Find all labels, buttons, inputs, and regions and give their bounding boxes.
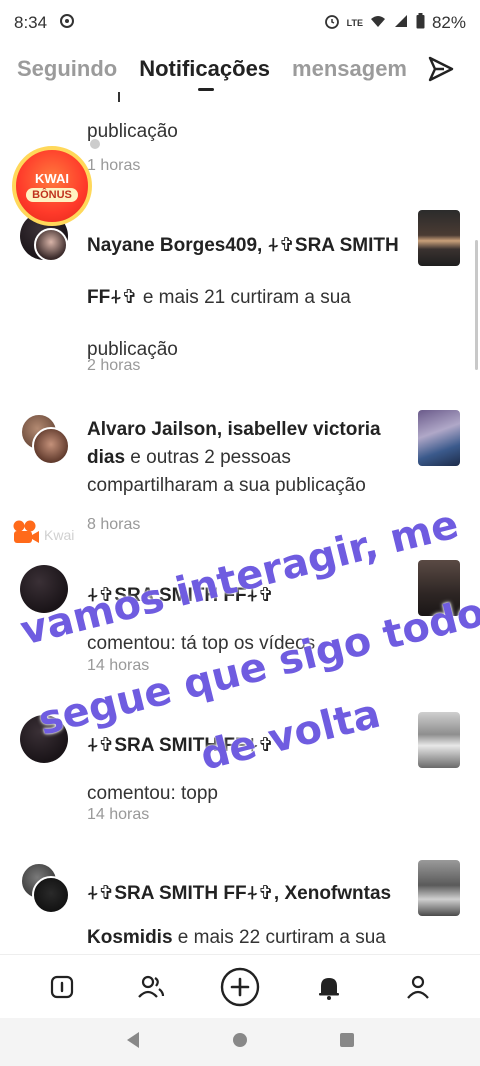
- back-icon[interactable]: [125, 1031, 141, 1054]
- tab-notificacoes[interactable]: Notificações: [139, 56, 270, 82]
- notification-text: ⍭✞SRA SMITH FF⍭✞, Xenofwntas Kosmidis e …: [87, 872, 402, 954]
- home-icon[interactable]: [40, 965, 84, 1009]
- battery-icon: [416, 12, 425, 34]
- post-thumbnail[interactable]: [418, 210, 460, 266]
- bottom-nav: [0, 954, 480, 1018]
- kwai-watermark: Kwai: [12, 519, 74, 550]
- notification-time: 14 horas: [87, 657, 150, 674]
- home-circle-icon[interactable]: [232, 1032, 248, 1053]
- kwai-logo-icon: [12, 519, 40, 550]
- list-item[interactable]: Nayane Borges409, ⍭✞SRA SMITH FF⍭✞ e mai…: [0, 202, 480, 392]
- avatar[interactable]: [20, 413, 72, 467]
- notification-time: 14 horas: [87, 806, 150, 823]
- alarm-icon: [324, 13, 340, 34]
- post-thumbnail[interactable]: [418, 712, 460, 768]
- notification-action: comentou: topp: [87, 783, 218, 804]
- notification-time: 1 horas: [87, 157, 141, 174]
- active-tab-indicator: [198, 88, 214, 91]
- kwai-watermark-label: Kwai: [44, 526, 75, 543]
- location-icon: [59, 13, 75, 34]
- notification-text: Alvaro Jailson, isabellev victoria dias …: [87, 416, 402, 500]
- notifications-screen: 8:34 LTE 82% Seguindo Notificações mensa…: [0, 0, 480, 1066]
- tab-mensagem[interactable]: mensagem: [292, 56, 407, 82]
- scrollbar[interactable]: [475, 240, 478, 370]
- battery-level: 82%: [431, 13, 466, 32]
- friends-icon[interactable]: [129, 965, 173, 1009]
- notification-action: e outras 2 pessoas compartilharam a sua …: [87, 447, 366, 496]
- status-bar: 8:34 LTE 82%: [0, 0, 480, 46]
- notification-time: 8 horas: [87, 516, 141, 533]
- list-item[interactable]: ⍭✞SRA SMITH FF⍭✞, Xenofwntas Kosmidis e …: [0, 860, 480, 954]
- badge-subtitle: BÔNUS: [26, 187, 78, 202]
- header-tabs: Seguindo Notificações mensagem: [0, 46, 480, 92]
- notifications-bell-icon[interactable]: [307, 965, 351, 1009]
- wifi-icon: [370, 13, 386, 34]
- system-nav-bar: [0, 1018, 480, 1066]
- send-icon[interactable]: [426, 54, 456, 84]
- badge-title: KWAI: [35, 170, 69, 186]
- create-post-button[interactable]: [218, 965, 262, 1009]
- post-thumbnail[interactable]: [418, 860, 460, 916]
- post-thumbnail[interactable]: [418, 410, 460, 466]
- symbol-fragment: [118, 92, 128, 102]
- notification-text: Nayane Borges409, ⍭✞SRA SMITH FF⍭✞ e mai…: [87, 220, 402, 376]
- notification-text: publicação: [87, 121, 178, 142]
- read-dot: [90, 139, 100, 149]
- clock: 8:34: [14, 13, 48, 32]
- avatar[interactable]: [34, 228, 68, 262]
- signal-icon: [393, 13, 409, 34]
- lte-icon: LTE: [346, 18, 363, 28]
- avatar[interactable]: [20, 862, 72, 916]
- profile-icon[interactable]: [396, 965, 440, 1009]
- kwai-bonus-badge[interactable]: KWAI BÔNUS: [12, 146, 92, 226]
- notification-time: 2 horas: [87, 357, 141, 374]
- tab-seguindo[interactable]: Seguindo: [17, 56, 117, 82]
- recents-icon[interactable]: [339, 1032, 355, 1053]
